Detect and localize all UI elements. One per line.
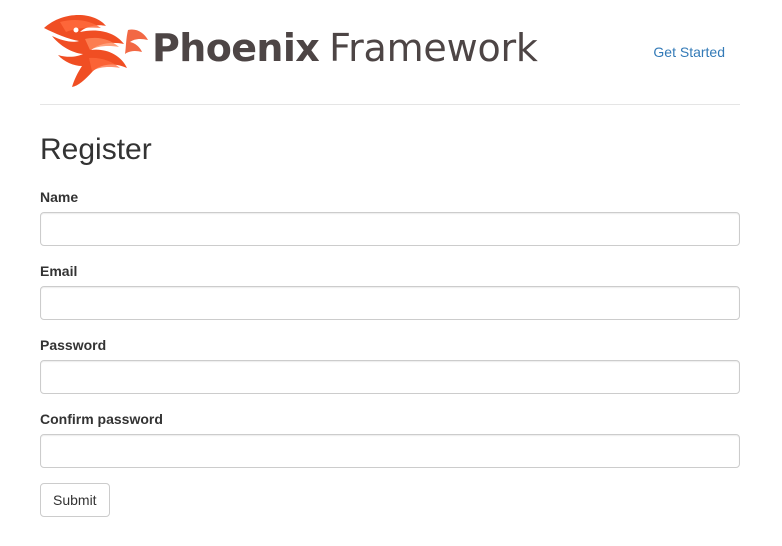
get-started-link[interactable]: Get Started bbox=[653, 44, 725, 60]
register-form: Name Email Password Confirm password bbox=[40, 186, 740, 482]
confirm-password-label: Confirm password bbox=[40, 411, 163, 427]
password-form-group: Password bbox=[40, 334, 740, 408]
logo-wordmark: Phoenix Framework bbox=[152, 25, 538, 71]
password-input[interactable] bbox=[40, 360, 740, 394]
name-label: Name bbox=[40, 189, 79, 205]
email-input[interactable] bbox=[40, 286, 740, 320]
password-label: Password bbox=[40, 337, 107, 353]
name-input[interactable] bbox=[40, 212, 740, 246]
logo-wordmark-bold: Phoenix bbox=[152, 26, 320, 70]
submit-button[interactable]: Submit bbox=[40, 483, 110, 517]
logo-wordmark-light: Framework bbox=[329, 26, 538, 70]
name-form-group: Name bbox=[40, 186, 740, 260]
confirm-password-input[interactable] bbox=[40, 434, 740, 468]
email-form-group: Email bbox=[40, 260, 740, 334]
phoenix-bird-icon bbox=[44, 15, 148, 87]
confirm-password-form-group: Confirm password bbox=[40, 408, 740, 482]
page-title: Register bbox=[40, 133, 152, 166]
site-header: Phoenix Framework Get Started bbox=[40, 0, 740, 105]
phoenix-logo-link[interactable]: Phoenix Framework bbox=[40, 10, 570, 88]
email-label: Email bbox=[40, 263, 78, 279]
